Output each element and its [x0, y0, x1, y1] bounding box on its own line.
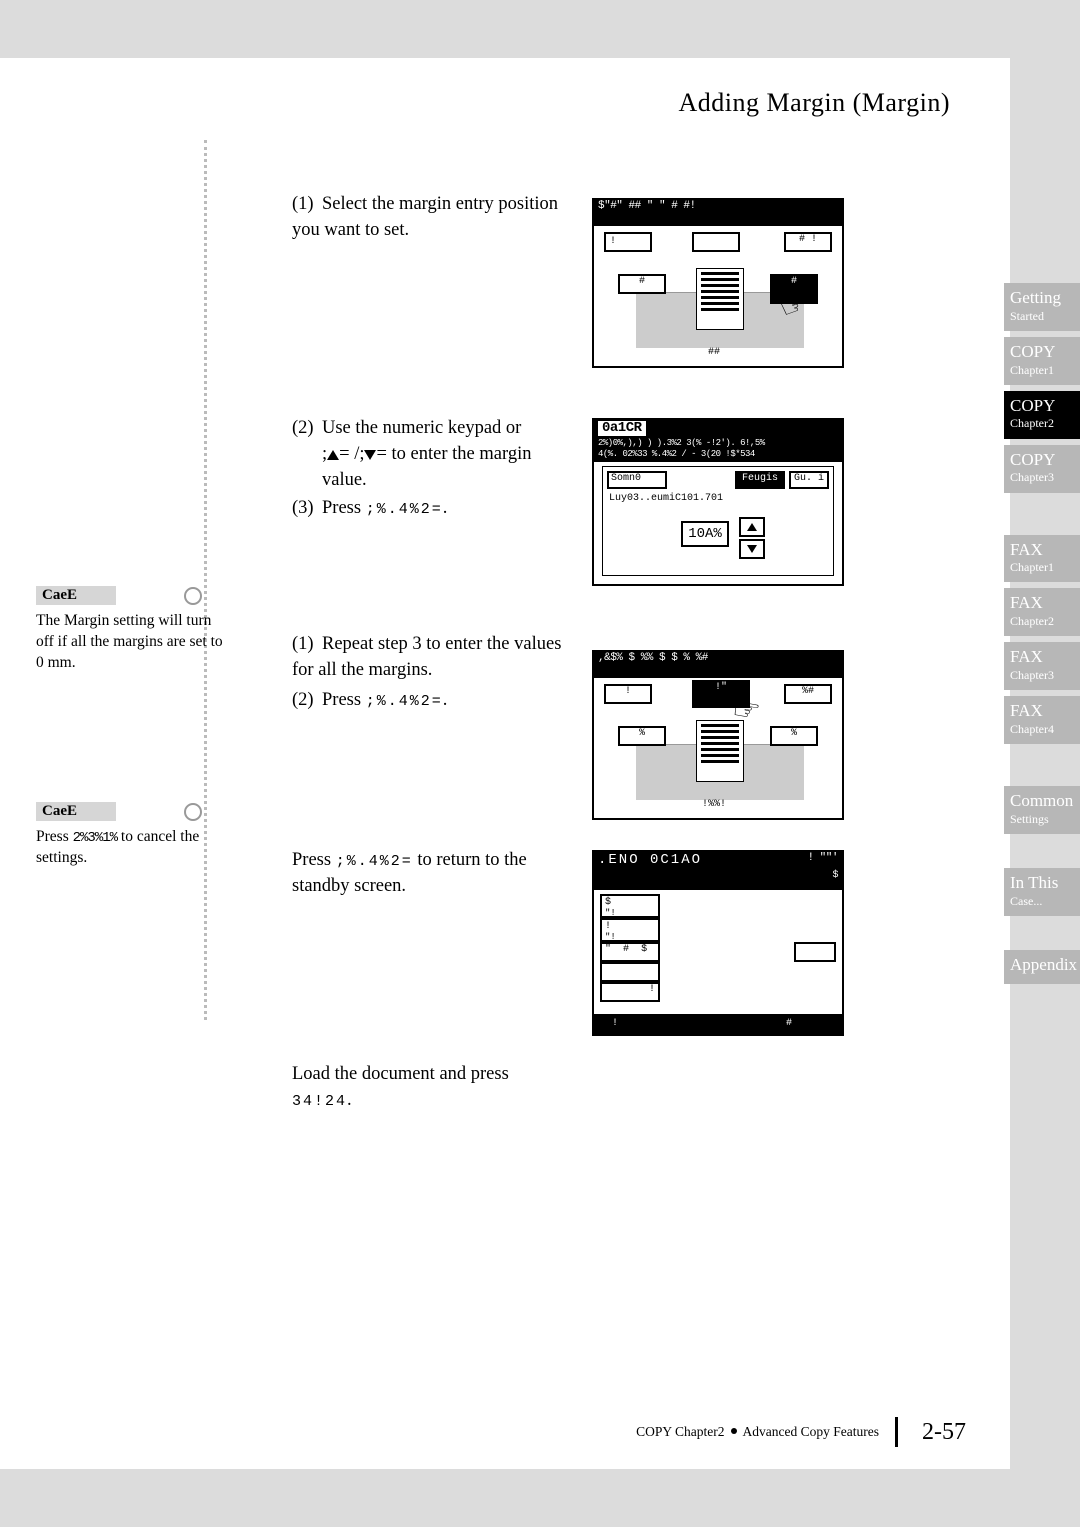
- note-1-text: The Margin setting will turn off if all …: [36, 611, 224, 674]
- lcd-label: !%%!: [702, 799, 726, 810]
- lcd-button[interactable]: %: [770, 726, 818, 746]
- list-row[interactable]: [600, 962, 660, 982]
- lcd-header: ,&$% $ %% $ $ % %#: [594, 650, 842, 678]
- page-number: 2-57: [922, 1419, 966, 1446]
- note-label: CaeE: [36, 802, 116, 821]
- note-circle-icon: [184, 587, 202, 605]
- tab-common-settings[interactable]: CommonSettings: [1004, 786, 1080, 834]
- tab-getting-started[interactable]: GettingStarted: [1004, 283, 1080, 331]
- tab-fax-ch3[interactable]: FAXChapter3: [1004, 642, 1080, 690]
- down-triangle-icon: [364, 450, 376, 460]
- list-row[interactable]: $"!: [600, 894, 660, 918]
- step-5: (2)Press ;%.4%2=.: [292, 688, 572, 714]
- tab-fax-ch4[interactable]: FAXChapter4: [1004, 696, 1080, 744]
- note-1: CaeE The Margin setting will turn off if…: [36, 586, 232, 674]
- lcd-tab[interactable]: Gu. i: [789, 471, 829, 489]
- lcd-header: 0a1CR 2%)0%,),) ) ).3%2 3(% -!2'). 6!,5%…: [594, 418, 842, 462]
- list-value[interactable]: [794, 942, 836, 962]
- lcd-screen-3: ,&$% $ %% $ $ % %# ! !" %# ☞ % % !%%!: [592, 650, 844, 820]
- lcd-value-display: 10A%: [681, 521, 729, 547]
- step-4: (1)Repeat step 3 to enter the values for…: [292, 632, 572, 684]
- lcd-screen-4: .ENO 0C1AO ! ""' $ $"! !"! " # $ !: [592, 850, 844, 1036]
- lcd-button[interactable]: #: [618, 274, 666, 294]
- step-7: Load the document and press 34!24.: [292, 1062, 572, 1114]
- down-arrow-button[interactable]: [739, 539, 765, 559]
- tab-copy-ch2[interactable]: COPYChapter2: [1004, 391, 1080, 439]
- document-icon: [696, 268, 744, 330]
- step-1: (1)Select the margin entry position you …: [292, 192, 572, 244]
- footer-separator: [895, 1417, 898, 1447]
- step-6: Press ;%.4%2= to return to the standby s…: [292, 848, 572, 900]
- tab-fax-ch1[interactable]: FAXChapter1: [1004, 535, 1080, 583]
- footer-breadcrumb: COPY Chapter2 Advanced Copy Features: [636, 1424, 879, 1440]
- footer: COPY Chapter2 Advanced Copy Features 2-5…: [636, 1417, 966, 1447]
- tab-copy-ch3[interactable]: COPYChapter3: [1004, 445, 1080, 493]
- lcd-footer-label: #: [786, 1018, 792, 1029]
- lcd-label: ##: [708, 347, 720, 358]
- divider-dotted: [204, 140, 207, 1020]
- bullet-icon: [731, 1428, 737, 1434]
- tab-copy-ch1[interactable]: COPYChapter1: [1004, 337, 1080, 385]
- lcd-screen-2: 0a1CR 2%)0%,),) ) ).3%2 3(% -!2'). 6!,5%…: [592, 418, 844, 586]
- lcd-tab[interactable]: Somn0: [607, 471, 667, 489]
- note-2: CaeE Press 2%3%1% to cancel the settings…: [36, 802, 232, 869]
- lcd-tab-selected[interactable]: Feugis: [735, 471, 785, 489]
- lcd-button[interactable]: # !: [784, 232, 832, 252]
- note-label: CaeE: [36, 586, 116, 605]
- lcd-header: $"#" ## " " # #!: [594, 198, 842, 226]
- document-icon: [696, 720, 744, 782]
- lcd-range-label: Luy03..eumiC101.701: [609, 493, 723, 504]
- note-circle-icon: [184, 803, 202, 821]
- lcd-footer-label: !: [612, 1018, 618, 1029]
- list-row[interactable]: " # $: [600, 942, 660, 962]
- step-2: (2)Use the numeric keypad or ;= /;= to e…: [292, 416, 572, 494]
- lcd-button[interactable]: !: [604, 684, 652, 704]
- lcd-button[interactable]: %: [618, 726, 666, 746]
- page: Adding Margin (Margin) CaeE The Margin s…: [0, 58, 1010, 1469]
- list-row[interactable]: !"!: [600, 918, 660, 942]
- note-2-text: Press 2%3%1% to cancel the settings.: [36, 827, 224, 869]
- page-title: Adding Margin (Margin): [679, 88, 950, 118]
- lcd-button[interactable]: !: [604, 232, 652, 252]
- lcd-button[interactable]: [692, 232, 740, 252]
- lcd-header: .ENO 0C1AO ! ""' $: [594, 850, 842, 890]
- up-arrow-button[interactable]: [739, 517, 765, 537]
- lcd-screen-1: $"#" ## " " # #! ! # ! # # ☞ ##: [592, 198, 844, 368]
- tab-fax-ch2[interactable]: FAXChapter2: [1004, 588, 1080, 636]
- chapter-tabs: GettingStarted COPYChapter1 COPYChapter2…: [1004, 283, 1080, 984]
- lcd-button[interactable]: %#: [784, 684, 832, 704]
- up-triangle-icon: [327, 450, 339, 460]
- tab-appendix[interactable]: Appendix: [1004, 950, 1080, 985]
- list-row[interactable]: !: [600, 982, 660, 1002]
- tab-in-this-case[interactable]: In ThisCase...: [1004, 868, 1080, 916]
- step-3: (3)Press ;%.4%2=.: [292, 496, 572, 522]
